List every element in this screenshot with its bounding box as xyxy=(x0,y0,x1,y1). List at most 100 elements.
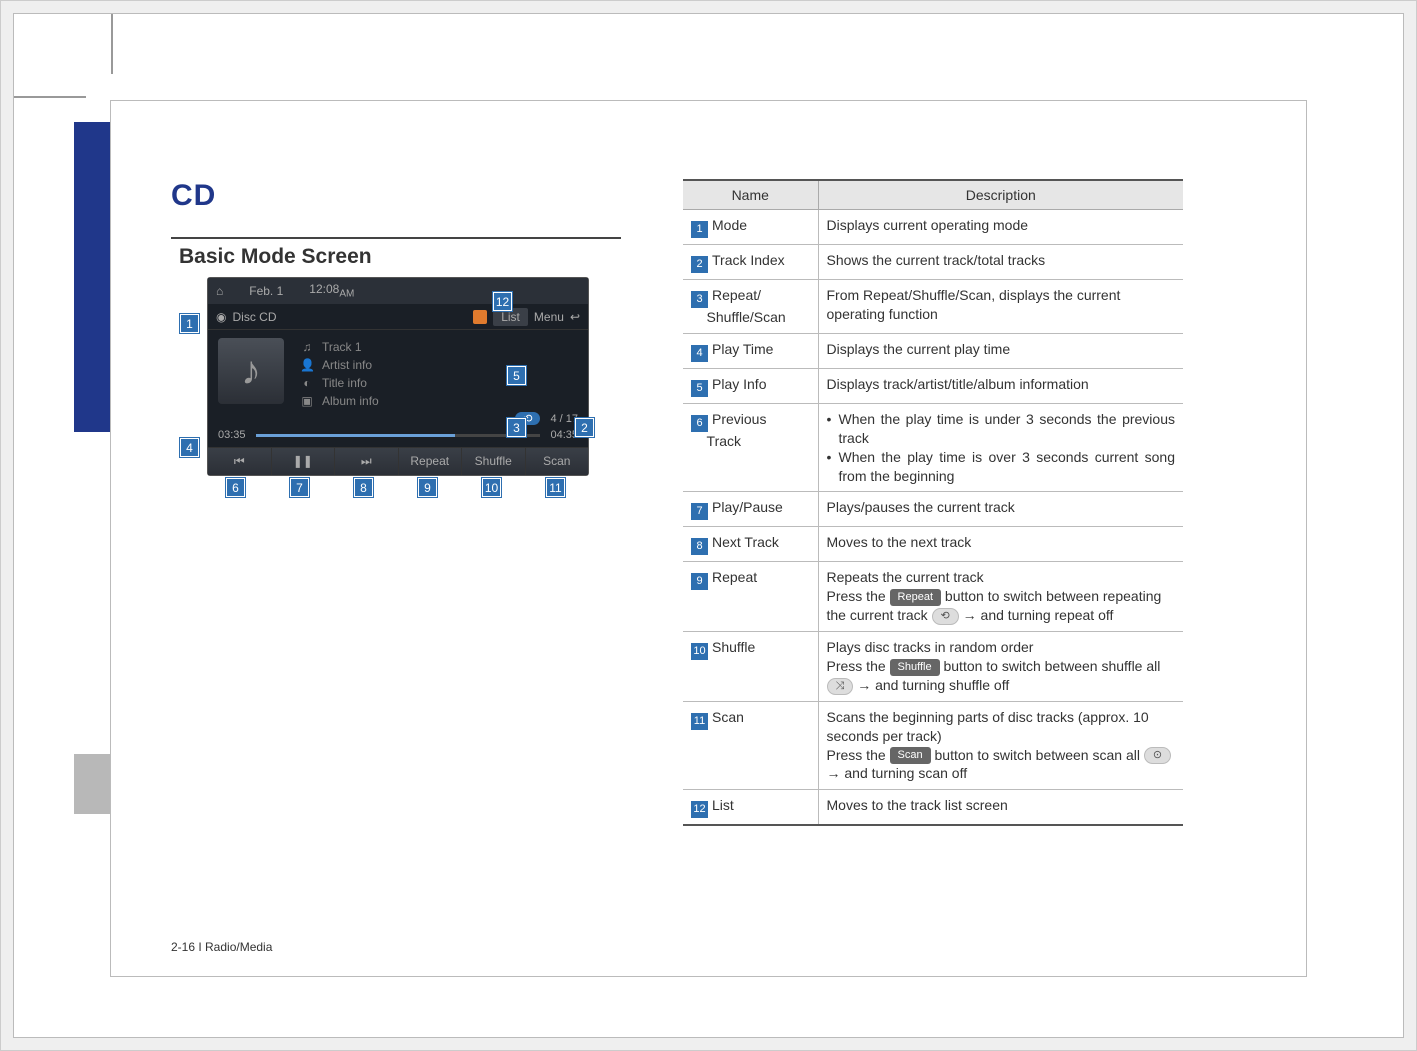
row-number-badge: 9 xyxy=(691,573,708,590)
callout-6: 6 xyxy=(226,478,245,497)
table-row: 1ModeDisplays current operating mode xyxy=(683,210,1183,245)
row-name-cell: 8Next Track xyxy=(683,527,818,562)
mode-left: ◉ Disc CD xyxy=(216,310,276,324)
callout-10: 10 xyxy=(482,478,501,497)
row-name-cell: 1Mode xyxy=(683,210,818,245)
indicator-row: ⟲ 4 / 17 xyxy=(208,412,588,429)
row-number-badge: 4 xyxy=(691,345,708,362)
row-desc-cell: Plays/pauses the current track xyxy=(818,492,1183,527)
progress-row: 03:35 04:35 xyxy=(208,429,588,447)
next-button[interactable]: ⏭ xyxy=(335,448,399,475)
pause-button[interactable]: ❚❚ xyxy=(272,448,336,475)
right-column: Name Description 1ModeDisplays current o… xyxy=(683,179,1183,826)
button-chip: Scan xyxy=(890,747,931,764)
back-icon[interactable]: ↩ xyxy=(570,310,580,324)
crop-mark-left xyxy=(14,96,86,98)
callout-7: 7 xyxy=(290,478,309,497)
table-row: 9RepeatRepeats the current trackPress th… xyxy=(683,562,1183,632)
row-number-badge: 3 xyxy=(691,291,708,308)
callout-12: 12 xyxy=(493,292,512,311)
artist-name: Artist info xyxy=(322,358,372,372)
row-name-cell: 9Repeat xyxy=(683,562,818,632)
row-desc-cell: When the play time is under 3 seconds th… xyxy=(818,403,1183,492)
row-number-badge: 7 xyxy=(691,503,708,520)
album-icon: ▣ xyxy=(300,394,314,408)
row-number-badge: 12 xyxy=(691,801,708,818)
row-desc-cell: Plays disc tracks in random orderPress t… xyxy=(818,632,1183,702)
crop-mark-top xyxy=(111,14,113,74)
menu-button[interactable]: Menu xyxy=(534,310,564,324)
status-bar: ⌂ Feb. 1 12:08AM xyxy=(208,278,588,304)
row-number-badge: 6 xyxy=(691,415,708,432)
artist-icon: 👤 xyxy=(300,358,314,372)
track-name: Track 1 xyxy=(322,340,362,354)
callout-3: 3 xyxy=(507,418,526,437)
table-row: 12ListMoves to the track list screen xyxy=(683,790,1183,826)
table-row: 11ScanScans the beginning parts of disc … xyxy=(683,701,1183,790)
row-number-badge: 2 xyxy=(691,256,708,273)
table-row: 4Play TimeDisplays the current play time xyxy=(683,333,1183,368)
row-name-cell: 12List xyxy=(683,790,818,826)
side-tab-blue xyxy=(74,122,110,432)
page-sheet: CD Basic Mode Screen ⌂ Feb. 1 12:08AM ◉ … xyxy=(13,13,1404,1038)
scan-button[interactable]: Scan xyxy=(526,448,589,475)
repeat-button[interactable]: Repeat xyxy=(399,448,463,475)
row-desc-cell: From Repeat/Shuffle/Scan, displays the c… xyxy=(818,280,1183,334)
row-name-label: Play Time xyxy=(712,341,773,357)
row-name-cell: 5Play Info xyxy=(683,368,818,403)
row-name-label: Repeat xyxy=(712,569,757,585)
row-name-label: Next Track xyxy=(712,534,779,550)
desc-line: Press the Shuffle button to switch betwe… xyxy=(827,657,1176,695)
row-name-cell: 11Scan xyxy=(683,701,818,790)
table-row: 3Repeat/ Shuffle/ScanFrom Repeat/Shuffle… xyxy=(683,280,1183,334)
callout-5: 5 xyxy=(507,366,526,385)
list-item: When the play time is under 3 seconds th… xyxy=(827,410,1176,448)
desc-line: Repeats the current track xyxy=(827,568,1176,587)
status-time: 12:08AM xyxy=(309,282,354,299)
row-number-badge: 5 xyxy=(691,380,708,397)
row-desc-cell: Displays track/artist/title/album inform… xyxy=(818,368,1183,403)
table-row: 8Next TrackMoves to the next track xyxy=(683,527,1183,562)
row-name-cell: 2Track Index xyxy=(683,245,818,280)
prev-button[interactable]: ⏮ xyxy=(208,448,272,475)
left-column: CD Basic Mode Screen ⌂ Feb. 1 12:08AM ◉ … xyxy=(171,179,621,476)
row-desc-cell: Repeats the current trackPress the Repea… xyxy=(818,562,1183,632)
mode-icon: ⤨ xyxy=(827,678,854,695)
header-name: Name xyxy=(683,180,818,210)
row-desc-cell: Shows the current track/total tracks xyxy=(818,245,1183,280)
page-title: CD xyxy=(171,179,621,213)
album-art: ♪ xyxy=(218,338,284,404)
callout-4: 4 xyxy=(180,438,199,457)
row-name-label: Play/Pause xyxy=(712,499,783,515)
row-number-badge: 8 xyxy=(691,538,708,555)
shuffle-button[interactable]: Shuffle xyxy=(462,448,526,475)
table-row: 2Track IndexShows the current track/tota… xyxy=(683,245,1183,280)
home-icon: ⌂ xyxy=(216,284,223,298)
device-screenshot: ⌂ Feb. 1 12:08AM ◉ Disc CD Li xyxy=(207,277,589,476)
row-number-badge: 10 xyxy=(691,643,708,660)
row-name-label: Mode xyxy=(712,217,747,233)
callout-2: 2 xyxy=(575,418,594,437)
row-name-label: Play Info xyxy=(712,376,766,392)
callout-11: 11 xyxy=(546,478,565,497)
desc-line: Scans the beginning parts of disc tracks… xyxy=(827,708,1176,746)
row-name-cell: 7Play/Pause xyxy=(683,492,818,527)
table-row: 6Previous TrackWhen the play time is und… xyxy=(683,403,1183,492)
mode-row: ◉ Disc CD List Menu ↩ xyxy=(208,304,588,330)
row-name-cell: 10Shuffle xyxy=(683,632,818,702)
page-frame: CD Basic Mode Screen ⌂ Feb. 1 12:08AM ◉ … xyxy=(0,0,1417,1051)
table-row: 7Play/PausePlays/pauses the current trac… xyxy=(683,492,1183,527)
mode-label: Disc CD xyxy=(232,310,276,324)
time-elapsed: 03:35 xyxy=(218,429,246,441)
page-footer: 2-16 I Radio/Media xyxy=(171,940,272,954)
row-desc-cell: Scans the beginning parts of disc tracks… xyxy=(818,701,1183,790)
table-row: 5Play InfoDisplays track/artist/title/al… xyxy=(683,368,1183,403)
row-name-cell: 3Repeat/ Shuffle/Scan xyxy=(683,280,818,334)
row-name-label: Track Index xyxy=(712,252,785,268)
progress-bar[interactable] xyxy=(256,434,541,437)
title-name: Title info xyxy=(322,376,367,390)
title-icon: ◐ xyxy=(300,376,314,390)
button-chip: Repeat xyxy=(890,589,941,606)
table-row: 10ShufflePlays disc tracks in random ord… xyxy=(683,632,1183,702)
controls-row: ⏮ ❚❚ ⏭ Repeat Shuffle Scan xyxy=(208,447,588,475)
